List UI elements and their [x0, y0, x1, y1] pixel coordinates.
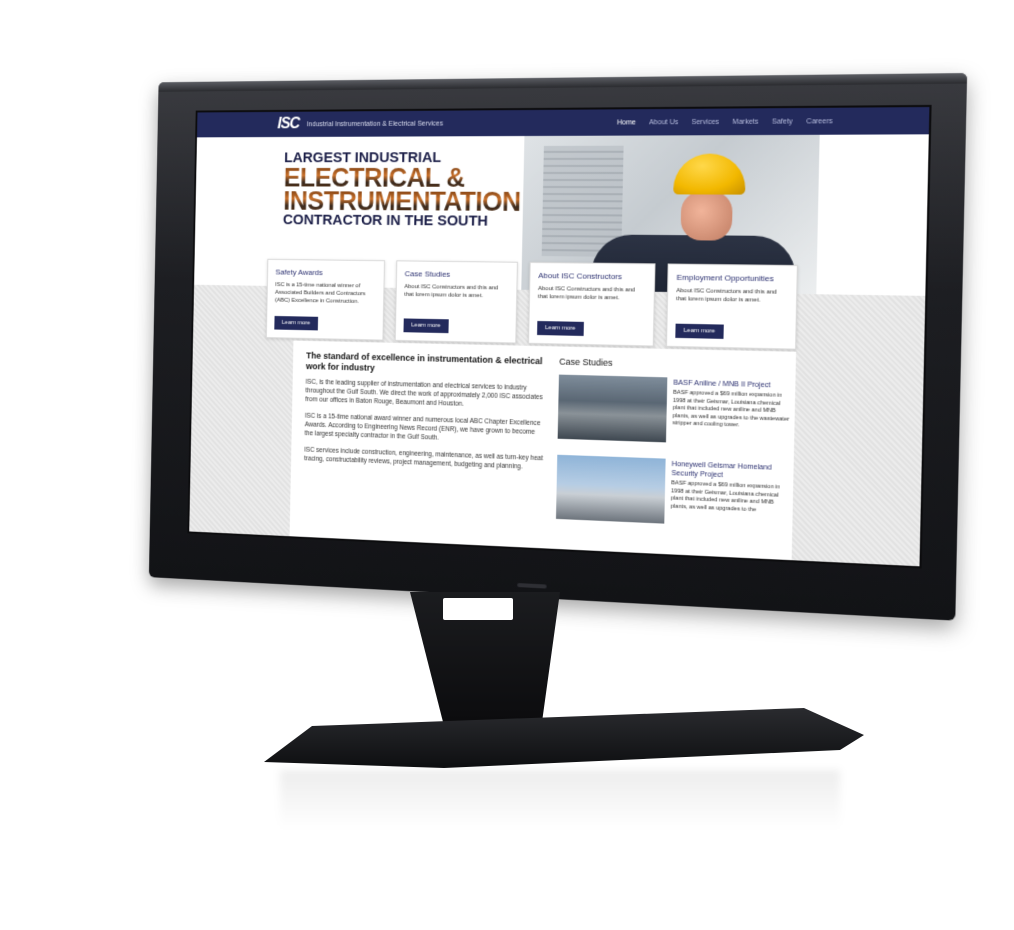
card-about-isc: About ISC Constructors About ISC Constru…: [528, 261, 656, 347]
case-study-thumbnail[interactable]: [555, 454, 666, 524]
monitor-screen: ISC Industrial Instrumentation & Electri…: [187, 104, 932, 569]
monitor: ISC Industrial Instrumentation & Electri…: [148, 73, 968, 621]
case-study-title[interactable]: BASF Aniline / MNB II Project: [673, 378, 793, 390]
hard-hat: [673, 153, 747, 195]
menu-careers[interactable]: Careers: [806, 118, 832, 125]
intro-title: The standard of excellence in instrument…: [305, 350, 543, 373]
main-menu: Home About Us Services Markets Safety Ca…: [617, 118, 833, 126]
card-employment: Employment Opportunities About ISC Const…: [665, 263, 798, 350]
main-content: The standard of excellence in instrument…: [289, 340, 797, 569]
case-study-text: BASF approved a $69 million expansion in…: [670, 480, 781, 513]
site-tagline: Industrial Instrumentation & Electrical …: [306, 120, 444, 128]
case-studies-column: Case Studies BASF Aniline / MNB II Proje…: [555, 356, 794, 546]
intro-paragraph: ISC services include construction, engin…: [304, 446, 544, 471]
menu-home[interactable]: Home: [617, 119, 636, 126]
case-study-item: BASF Aniline / MNB II Project BASF appro…: [557, 374, 794, 447]
intro-paragraph: ISC, is the leading supplier of instrume…: [305, 378, 543, 408]
stand-reflection: [280, 770, 840, 830]
learn-more-button[interactable]: Learn more: [537, 321, 584, 336]
case-studies-heading: Case Studies: [559, 356, 613, 368]
card-text: About ISC Constructors and this and that…: [676, 288, 777, 304]
bezel-indicator: [517, 583, 547, 589]
top-nav: ISC Industrial Instrumentation & Electri…: [197, 107, 930, 138]
case-study-title[interactable]: Honeywell Geismar Homeland Security Proj…: [671, 459, 791, 482]
learn-more-button[interactable]: Learn more: [403, 318, 449, 334]
monitor-stand-base: [264, 708, 864, 768]
card-text: ISC is a 15-time national winner of Asso…: [274, 282, 366, 305]
menu-about-us[interactable]: About Us: [649, 119, 678, 126]
card-title[interactable]: About ISC Constructors: [538, 271, 646, 282]
feature-cards: Safety Awards ISC is a 15-time national …: [265, 258, 798, 350]
hero-line-3: INSTRUMENTATION: [283, 186, 521, 217]
hero-headline: LARGEST INDUSTRIAL ELECTRICAL & INSTRUME…: [282, 149, 522, 230]
worker-face: [680, 191, 733, 241]
hero-line-4: CONTRACTOR IN THE SOUTH: [282, 211, 489, 230]
case-study-item: Honeywell Geismar Homeland Security Proj…: [555, 454, 792, 529]
card-text: About ISC Constructors and this and that…: [404, 284, 499, 300]
menu-services[interactable]: Services: [691, 118, 719, 125]
case-study-text: BASF approved a $69 million expansion in…: [672, 389, 790, 429]
learn-more-button[interactable]: Learn more: [675, 323, 724, 339]
case-study-thumbnail[interactable]: [557, 374, 668, 443]
stand-cable-hole: [443, 598, 513, 620]
card-title[interactable]: Employment Opportunities: [676, 273, 788, 284]
intro-paragraph: ISC is a 15-time national award winner a…: [304, 412, 541, 442]
card-safety-awards: Safety Awards ISC is a 15-time national …: [265, 258, 385, 341]
menu-safety[interactable]: Safety: [772, 118, 793, 125]
card-title[interactable]: Safety Awards: [275, 268, 376, 278]
card-text: About ISC Constructors and this and that…: [537, 286, 636, 302]
card-title[interactable]: Case Studies: [405, 269, 509, 279]
isc-logo[interactable]: ISC: [277, 116, 299, 134]
menu-markets[interactable]: Markets: [732, 118, 758, 125]
learn-more-button[interactable]: Learn more: [274, 315, 318, 331]
card-case-studies: Case Studies About ISC Constructors and …: [394, 260, 518, 344]
intro-column: The standard of excellence in instrument…: [304, 351, 546, 481]
